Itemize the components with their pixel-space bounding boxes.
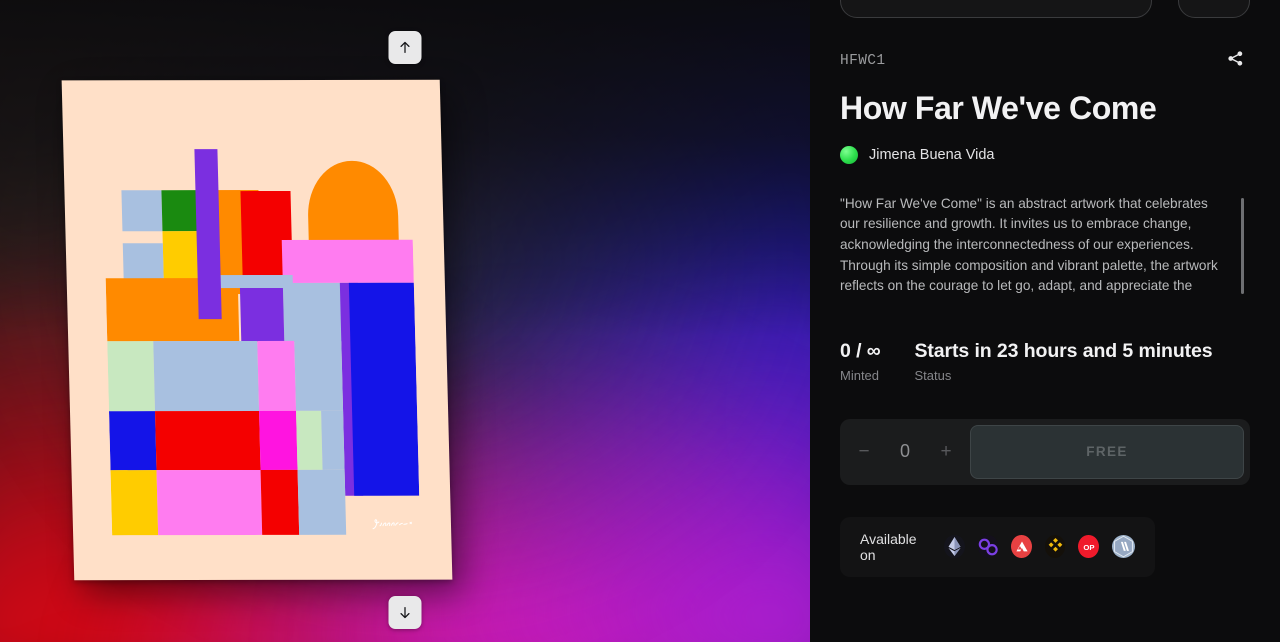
shape-pink-bottom <box>156 470 263 536</box>
shape-purple-block <box>239 288 284 343</box>
available-chains: Available on OP <box>840 516 1155 577</box>
mint-action-button[interactable]: FREE <box>970 424 1244 479</box>
stats-row: 0 / ∞ Minted Starts in 23 hours and 5 mi… <box>840 340 1250 383</box>
artwork-image[interactable] <box>61 79 453 581</box>
description-scrollbar-thumb[interactable] <box>1241 197 1244 294</box>
share-icon <box>1226 49 1245 73</box>
artwork-detail-page: HFWC1 How Far We've Come Jimena Buena Vi… <box>0 0 1280 642</box>
top-control-secondary[interactable] <box>1178 0 1250 18</box>
status-value: Starts in 23 hours and 5 minutes <box>914 339 1213 362</box>
shape-blue-right <box>348 282 419 496</box>
shape-lightblue-4 <box>153 341 260 411</box>
arbitrum-icon[interactable] <box>1112 535 1136 559</box>
artist-row[interactable]: Jimena Buena Vida <box>840 145 1250 164</box>
shape-lightblue-5 <box>294 341 343 411</box>
artist-name: Jimena Buena Vida <box>869 146 995 163</box>
page-title: How Far We've Come <box>840 90 1157 126</box>
shape-mint-1 <box>106 341 155 411</box>
shape-pink-band <box>281 239 414 284</box>
top-controls-row <box>840 0 1250 18</box>
arrow-down-icon <box>398 605 413 620</box>
shape-blue-left <box>108 410 157 471</box>
ethereum-icon[interactable] <box>944 535 965 559</box>
shape-lightblue-2 <box>122 243 164 283</box>
shape-lightblue-6 <box>321 410 345 470</box>
next-artwork-button[interactable] <box>388 596 422 629</box>
binance-icon[interactable] <box>1044 535 1066 559</box>
minted-label: Minted <box>840 367 880 383</box>
top-control-primary[interactable] <box>840 0 1152 18</box>
description-container[interactable]: "How Far We've Come" is an abstract artw… <box>840 194 1250 296</box>
shape-mint-2 <box>296 410 323 470</box>
stat-minted: 0 / ∞ Minted <box>840 340 881 383</box>
quantity-stepper: − 0 + <box>846 434 964 470</box>
minted-value: 0 / ∞ <box>840 339 881 362</box>
shape-lightblue-7 <box>298 469 346 536</box>
previous-artwork-button[interactable] <box>388 31 422 64</box>
polygon-icon[interactable] <box>977 535 999 559</box>
shape-yellow-bottom <box>110 470 158 536</box>
status-label: Status <box>914 367 952 383</box>
artwork-viewer <box>0 0 810 642</box>
shape-lightblue-1 <box>121 190 163 232</box>
svg-text:OP: OP <box>1083 543 1094 552</box>
available-on-label: Available on <box>860 530 917 563</box>
shape-green <box>161 190 198 231</box>
artwork-details-panel: HFWC1 How Far We've Come Jimena Buena Vi… <box>810 0 1280 642</box>
shape-red-big <box>154 410 262 471</box>
share-button[interactable] <box>1220 46 1250 76</box>
increment-button[interactable]: + <box>928 434 964 470</box>
shape-purple-bar <box>194 149 222 320</box>
description-text: "How Far We've Come" is an abstract artw… <box>840 195 1218 294</box>
shape-magenta <box>259 410 298 471</box>
token-id: HFWC1 <box>840 53 886 69</box>
arrow-up-icon <box>398 40 413 55</box>
optimism-icon[interactable]: OP <box>1078 535 1100 559</box>
quantity-value[interactable]: 0 <box>886 441 924 462</box>
shape-pink-1 <box>257 341 297 411</box>
avalanche-icon[interactable] <box>1011 535 1032 559</box>
mint-bar: − 0 + FREE <box>840 418 1250 485</box>
avatar <box>840 145 858 164</box>
decrement-button[interactable]: − <box>846 434 882 470</box>
artwork-composition <box>101 126 419 536</box>
stat-status: Starts in 23 hours and 5 minutes Status <box>915 340 1213 383</box>
artist-signature <box>369 515 415 531</box>
shape-red-bottom <box>261 469 300 536</box>
